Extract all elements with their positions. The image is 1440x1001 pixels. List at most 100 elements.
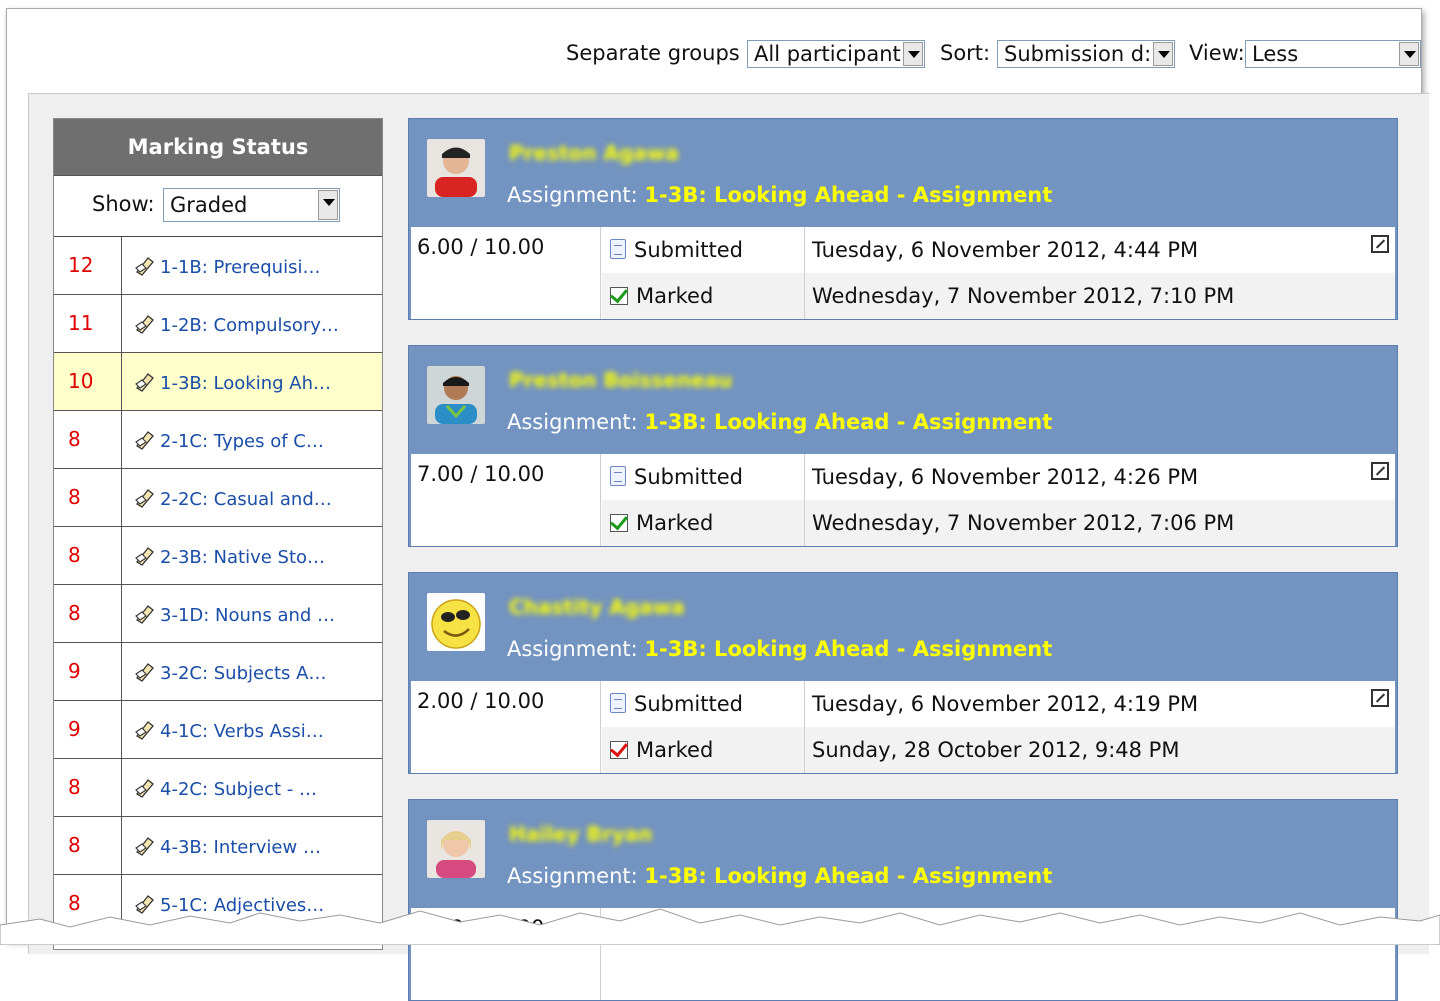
status-row[interactable]: 8 3-1D: Nouns and … (54, 585, 382, 643)
submission-details: 2.00 / 10.00 Submitted Tuesday, 6 November… (411, 681, 1395, 773)
assignment-prefix: Assignment: (507, 864, 638, 888)
view-select-value: Less (1252, 42, 1299, 66)
assignment-link[interactable]: 1-1B: Prerequisi… (134, 254, 320, 278)
checkmark-icon (610, 287, 628, 305)
view-select[interactable]: Less (1245, 40, 1421, 68)
show-filter: Show: Graded (54, 176, 382, 237)
submission-details: 6.00 / 10.00 Submitted Tuesday, 6 November… (411, 227, 1395, 319)
show-label: Show: (92, 192, 155, 216)
view-label: View: (1189, 41, 1245, 65)
status-row[interactable]: 8 2-3B: Native Sto… (54, 527, 382, 585)
status-row[interactable]: 8 2-1C: Types of C… (54, 411, 382, 469)
submitted-row: Submitted Tuesday, 6 November 2012, 4:44 … (602, 227, 1395, 274)
assignment-name-link[interactable]: 1-3B: Looking Ahead - Assignment (644, 637, 1052, 661)
status-row[interactable]: 9 3-2C: Subjects A… (54, 643, 382, 701)
marked-row: Marked Wednesday, 7 November 2012, 7:06 P… (602, 500, 1395, 546)
assignment-icon (134, 602, 158, 624)
assignment-icon (134, 486, 158, 508)
groups-label: Separate groups (566, 41, 740, 65)
assignment-icon (134, 428, 158, 450)
assignment-name-link[interactable]: 1-3B: Looking Ahead - Assignment (644, 183, 1052, 207)
assignment-link[interactable]: 3-2C: Subjects A… (134, 660, 326, 684)
student-name[interactable]: Hailey Bryan (509, 822, 652, 846)
marked-status: Marked (602, 273, 805, 319)
status-row[interactable]: 11 1-2B: Compulsory… (54, 295, 382, 353)
assignment-line: Assignment: 1-3B: Looking Ahead - Assign… (507, 410, 1052, 434)
submitted-date: Tuesday, 6 November 2012, 4:19 PM (812, 692, 1199, 716)
assignment-link[interactable]: 1-2B: Compulsory… (134, 312, 339, 336)
show-select[interactable]: Graded (163, 188, 340, 222)
marked-label: Marked (636, 738, 714, 762)
submission-card: Preston Agawa Assignment: 1-3B: Looking A… (408, 118, 1398, 320)
submitted-date: Tuesday, 6 November 2012, 4:44 PM (812, 238, 1199, 262)
assignment-link[interactable]: 4-2C: Subject - … (134, 776, 317, 800)
submitted-label: Submitted (634, 692, 743, 716)
document-icon (610, 239, 626, 259)
assignment-link[interactable]: 2-3B: Native Sto… (134, 544, 325, 568)
avatar[interactable] (427, 366, 485, 424)
marking-status-panel: Marking Status Show: Graded 12 1-1B: Prer… (53, 118, 383, 950)
status-row[interactable]: 10 1-3B: Looking Ah… (54, 353, 382, 411)
marked-date: Sunday, 28 October 2012, 9:48 PM (812, 738, 1180, 762)
assignment-label: 4-2C: Subject - … (160, 779, 317, 800)
grade-value: 2.00 / 10.00 (411, 681, 601, 773)
student-name[interactable]: Preston Boisseneau (509, 368, 732, 392)
marked-date: Wednesday, 7 November 2012, 7:10 PM (812, 284, 1235, 308)
submission-card: Chastity Agawa Assignment: 1-3B: Looking … (408, 572, 1398, 774)
assignment-link[interactable]: 3-1D: Nouns and … (134, 602, 335, 626)
student-name[interactable]: Preston Agawa (509, 141, 679, 165)
chevron-down-icon[interactable] (1153, 42, 1173, 66)
avatar[interactable] (427, 139, 485, 197)
sort-select[interactable]: Submission d: (997, 40, 1175, 68)
marked-status: Marked (602, 727, 805, 773)
status-row[interactable]: 9 4-1C: Verbs Assi… (54, 701, 382, 759)
show-select-value: Graded (170, 193, 248, 217)
assignment-name-link[interactable]: 1-3B: Looking Ahead - Assignment (644, 864, 1052, 888)
assignment-link[interactable]: 4-3B: Interview … (134, 834, 321, 858)
torn-edge (0, 908, 1440, 945)
assignment-link[interactable]: 2-2C: Casual and… (134, 486, 332, 510)
assignment-link[interactable]: 4-1C: Verbs Assi… (134, 718, 324, 742)
assignment-icon (134, 660, 158, 682)
assignment-icon (134, 544, 158, 566)
status-row[interactable]: 12 1-1B: Prerequisi… (54, 237, 382, 295)
assignment-link[interactable]: 1-3B: Looking Ah… (134, 370, 331, 394)
status-row[interactable]: 8 4-2C: Subject - … (54, 759, 382, 817)
avatar[interactable] (427, 820, 485, 878)
submitted-date: Tuesday, 6 November 2012, 4:26 PM (812, 465, 1199, 489)
open-external-icon[interactable] (1371, 235, 1389, 253)
ungraded-count: 10 (54, 353, 122, 410)
assignment-icon (134, 776, 158, 798)
student-name[interactable]: Chastity Agawa (509, 595, 685, 619)
status-row[interactable]: 8 2-2C: Casual and… (54, 469, 382, 527)
assignment-label: 4-3B: Interview … (160, 837, 321, 858)
ungraded-count: 12 (54, 237, 122, 294)
open-external-icon[interactable] (1371, 462, 1389, 480)
submitted-status: Submitted (602, 681, 805, 727)
assignment-icon (134, 834, 158, 856)
assignment-line: Assignment: 1-3B: Looking Ahead - Assign… (507, 637, 1052, 661)
assignment-label: 2-2C: Casual and… (160, 489, 332, 510)
assignment-label: 2-1C: Types of C… (160, 431, 324, 452)
chevron-down-icon[interactable] (1399, 42, 1419, 66)
open-external-icon[interactable] (1371, 689, 1389, 707)
submitted-status: Submitted (602, 454, 805, 500)
chevron-down-icon[interactable] (903, 42, 923, 66)
ungraded-count: 9 (54, 643, 122, 700)
document-icon (610, 466, 626, 486)
assignment-name-link[interactable]: 1-3B: Looking Ahead - Assignment (644, 410, 1052, 434)
submission-card: Preston Boisseneau Assignment: 1-3B: Look… (408, 345, 1398, 547)
filter-bar: Separate groups All participant Sort: Su… (0, 40, 1440, 70)
assignment-prefix: Assignment: (507, 410, 638, 434)
groups-select[interactable]: All participant (747, 40, 925, 68)
avatar[interactable] (427, 593, 485, 651)
ungraded-count: 8 (54, 817, 122, 874)
chevron-down-icon[interactable] (318, 190, 338, 220)
status-row[interactable]: 8 4-3B: Interview … (54, 817, 382, 875)
grade-value: 6.00 / 10.00 (411, 227, 601, 319)
assignment-label: 3-1D: Nouns and … (160, 605, 336, 626)
assignment-icon (134, 370, 158, 392)
status-list: 12 1-1B: Prerequisi… 11 1-2B: Compulsory… 10… (54, 237, 382, 933)
sort-select-value: Submission d: (1004, 42, 1152, 66)
assignment-link[interactable]: 2-1C: Types of C… (134, 428, 324, 452)
